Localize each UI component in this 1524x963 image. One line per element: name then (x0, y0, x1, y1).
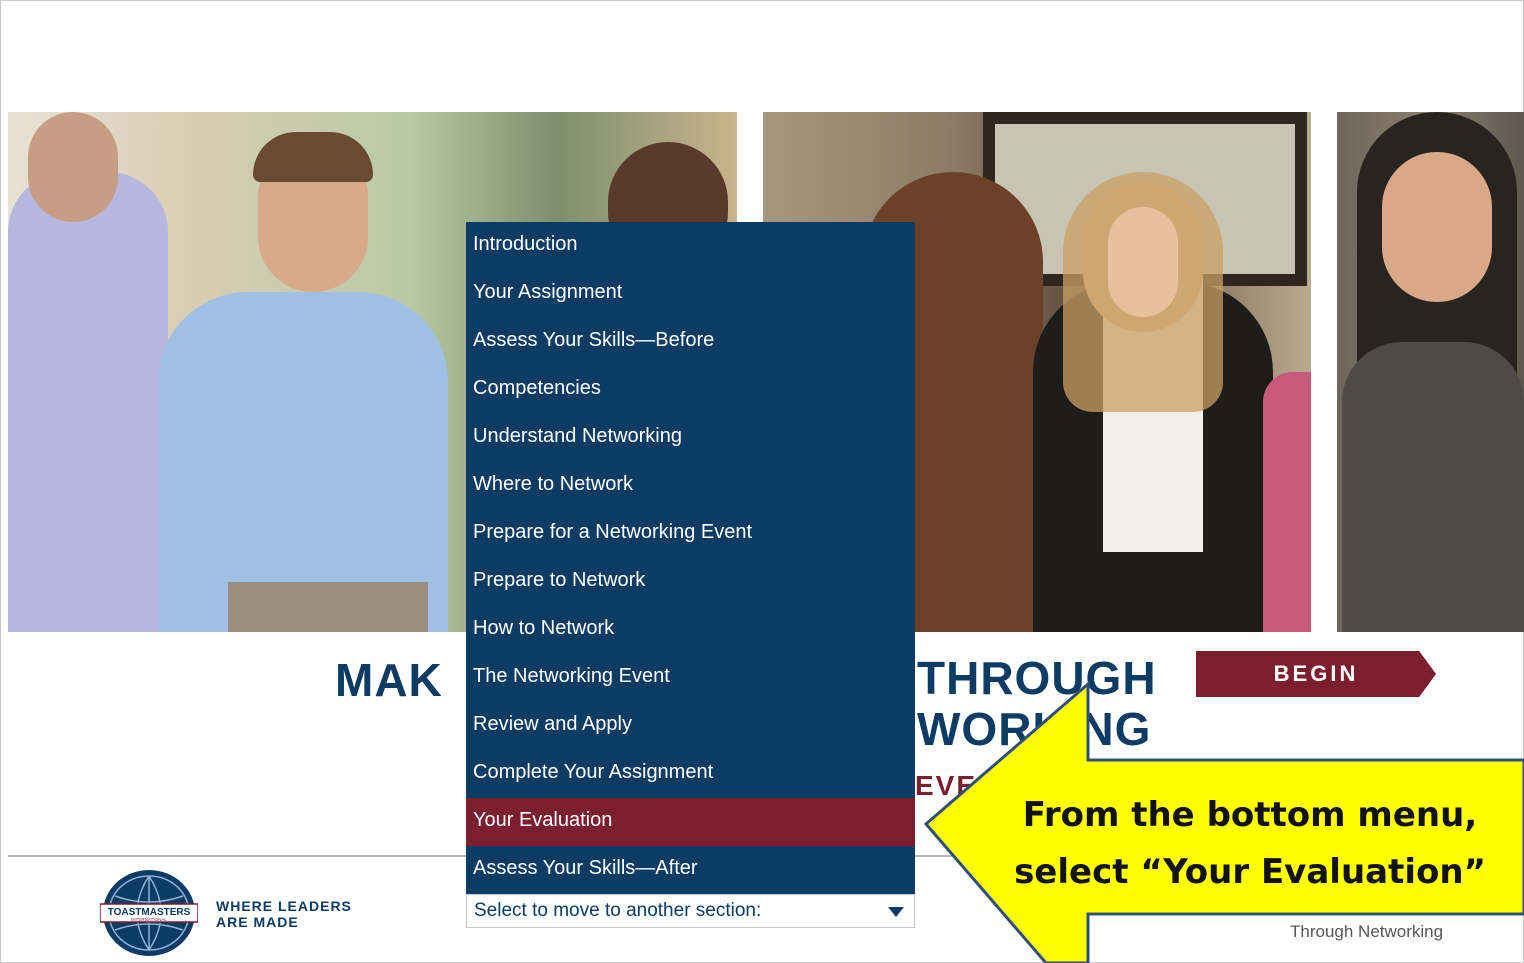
callout-text: From the bottom menu, select “Your Evalu… (990, 787, 1510, 901)
menu-item[interactable]: Understand Networking (466, 414, 915, 462)
menu-item[interactable]: Introduction (466, 222, 915, 270)
callout-line2: select “Your Evaluation” (1014, 852, 1486, 892)
hero-photo-right (1337, 112, 1524, 632)
logo-subtext: INTERNATIONAL (131, 917, 167, 922)
course-title-line1-left: MAK (335, 654, 443, 706)
course-title-line1-right: THROUGH (917, 652, 1157, 704)
tagline-line1: WHERE LEADERS (216, 898, 352, 914)
tagline: WHERE LEADERS ARE MADE (216, 898, 352, 930)
menu-item[interactable]: Competencies (466, 366, 915, 414)
section-select[interactable]: Select to move to another section: (466, 894, 915, 928)
menu-item[interactable]: Prepare to Network (466, 558, 915, 606)
course-title-line2: WORKING (917, 703, 1152, 755)
chevron-down-icon[interactable] (888, 907, 904, 917)
menu-item[interactable]: Complete Your Assignment (466, 750, 915, 798)
menu-item[interactable]: Where to Network (466, 462, 915, 510)
callout-line1: From the bottom menu, (1022, 795, 1478, 835)
toastmasters-logo: TOASTMASTERS INTERNATIONAL (100, 870, 198, 956)
menu-item[interactable]: Your Assignment (466, 270, 915, 318)
menu-item[interactable]: Assess Your Skills—Before (466, 318, 915, 366)
menu-item[interactable]: Your Evaluation (466, 798, 915, 846)
menu-item[interactable]: Review and Apply (466, 702, 915, 750)
course-level-subtitle: EVE (915, 770, 978, 801)
begin-button[interactable]: BEGIN (1196, 651, 1436, 697)
menu-item[interactable]: How to Network (466, 606, 915, 654)
section-select-placeholder: Select to move to another section: (474, 900, 762, 921)
footer-course-title: Through Networking (1290, 922, 1444, 941)
menu-item[interactable]: Prepare for a Networking Event (466, 510, 915, 558)
menu-item[interactable]: The Networking Event (466, 654, 915, 702)
menu-item[interactable]: Assess Your Skills—After (466, 846, 915, 894)
tagline-line2: ARE MADE (216, 914, 299, 930)
section-menu: Introduction Your Assignment Assess Your S… (466, 222, 915, 894)
